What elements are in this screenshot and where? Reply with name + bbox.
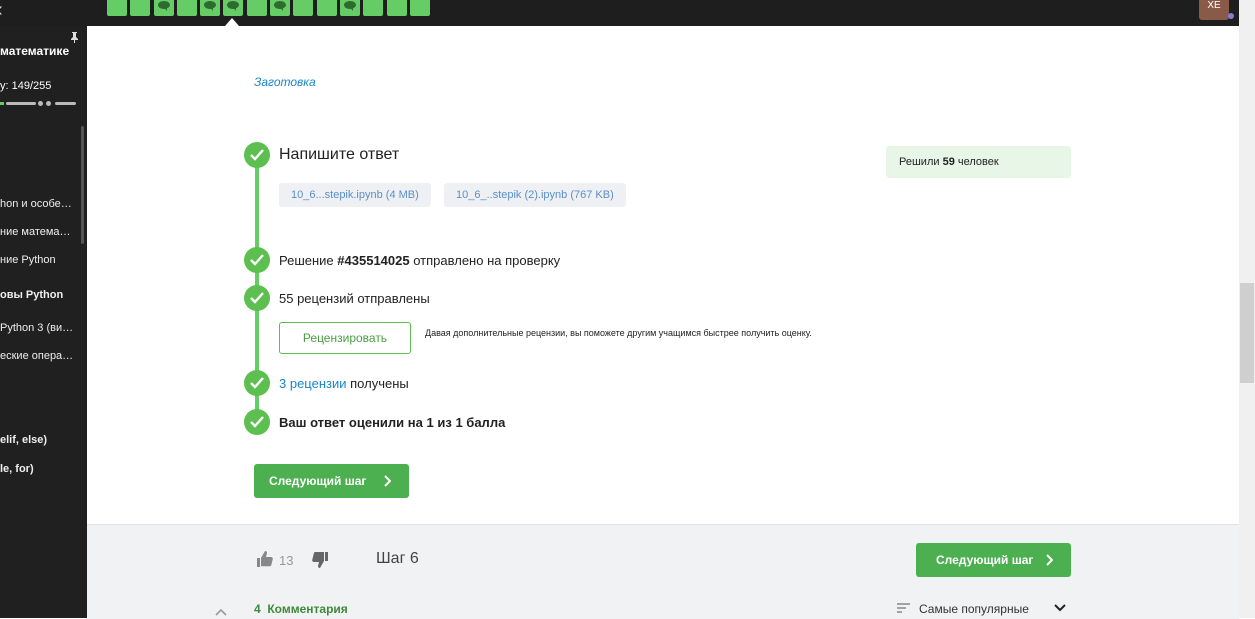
sidebar-item[interactable]: Python 3 (ви… (0, 322, 73, 334)
page-scrollbar[interactable] (1239, 0, 1255, 618)
collapse-chevron-up-icon[interactable] (215, 608, 227, 616)
sidebar-item[interactable]: elif, else) (0, 434, 47, 446)
progress-segment (6, 102, 36, 105)
course-sidebar: математике у: 149/255 hon и особе… ние м… (0, 26, 87, 618)
step-9-button[interactable] (293, 0, 314, 16)
check-circle-icon (244, 142, 270, 168)
step-11-button[interactable] (339, 0, 360, 16)
score-suffix: балла (466, 415, 506, 430)
back-arrow-icon[interactable]: ‹ (0, 0, 10, 20)
reviews-received-suffix: получены (350, 376, 409, 391)
comment-bubble-icon (343, 1, 356, 11)
sidebar-item[interactable]: le, for) (0, 463, 34, 475)
sidebar-item[interactable]: hon и особе… (0, 198, 72, 210)
next-step-button[interactable]: Следующий шаг (254, 464, 409, 498)
comments-label: Комментария (267, 602, 348, 616)
solved-prefix: Решили (899, 156, 940, 168)
attached-file[interactable]: 10_6_..stepik (2).ipynb (767 KB) (444, 183, 626, 207)
comment-bubble-icon (204, 1, 217, 11)
step-5-button[interactable] (200, 0, 221, 16)
sidebar-scrollbar[interactable] (81, 126, 84, 244)
step-6-button[interactable] (221, 0, 246, 18)
thumbs-down-icon[interactable] (312, 552, 328, 568)
comment-bubble-icon (157, 1, 170, 11)
score-status: Ваш ответ оценили на 1 из 1 балла (279, 415, 505, 430)
page-scrollbar-thumb[interactable] (1240, 283, 1254, 383)
like-count: 13 (279, 553, 294, 568)
step-navigation (107, 0, 433, 18)
sort-icon[interactable] (897, 603, 910, 613)
footer-next-step-button[interactable]: Следующий шаг (916, 543, 1071, 577)
step-1-button[interactable] (107, 0, 127, 16)
check-circle-icon (244, 285, 270, 311)
score-mid: из (437, 415, 452, 430)
next-step-label: Следующий шаг (269, 474, 367, 488)
check-circle-icon (244, 247, 270, 273)
comments-toggle[interactable]: 4 Комментария (254, 602, 348, 616)
solution-suffix: отправлено на проверку (413, 253, 561, 268)
solved-suffix: человек (957, 156, 999, 168)
step-number: Шаг 6 (376, 550, 419, 567)
solution-prefix: Решение (279, 253, 334, 268)
reviews-sent-status: 55 рецензий отправлены (279, 291, 430, 306)
score-value: 1 (426, 415, 434, 430)
solution-status: Решение #435514025 отправлено на проверк… (279, 253, 560, 268)
score-prefix: Ваш ответ оценили на (279, 415, 423, 430)
template-link[interactable]: Заготовка (254, 75, 316, 89)
review-hint: Давая дополнительные рецензии, вы поможе… (425, 328, 812, 338)
step-3-button[interactable] (153, 0, 174, 16)
attached-file[interactable]: 10_6...stepik.ipynb (4 MB) (279, 183, 431, 207)
comment-bubble-icon (274, 1, 287, 11)
review-button[interactable]: Рецензировать (279, 322, 411, 354)
comment-bubble-icon (227, 1, 240, 11)
step-footer: 13 Шаг 6 Следующий шаг 4 Комментария Сам… (87, 524, 1239, 619)
progress-marker (38, 101, 43, 106)
step-12-button[interactable] (363, 0, 384, 16)
reviews-received-status: 3 рецензии получены (279, 376, 409, 391)
step-4-button[interactable] (176, 0, 197, 16)
solution-id: #435514025 (337, 253, 410, 268)
progress-segment (55, 102, 76, 105)
course-title: математике (0, 44, 70, 58)
top-bar: ‹ ХЕ (0, 0, 1239, 26)
chevron-right-icon (384, 475, 391, 487)
chevron-right-icon (1046, 554, 1053, 566)
reviews-received-link[interactable]: 3 рецензии (279, 376, 347, 391)
solved-count: 59 (942, 156, 955, 168)
sidebar-item[interactable]: еские опера… (0, 350, 73, 362)
notification-dot-icon (1228, 13, 1234, 19)
chevron-down-icon[interactable] (1054, 604, 1066, 612)
sidebar-item[interactable]: ние матема… (0, 226, 71, 238)
progress-marker (46, 101, 51, 106)
course-progress-text: у: 149/255 (0, 80, 52, 92)
sort-select[interactable]: Самые популярные (919, 602, 1029, 616)
score-max: 1 (455, 415, 463, 430)
current-step-caret-icon (225, 18, 239, 26)
avatar[interactable]: ХЕ (1199, 0, 1229, 20)
step-10-button[interactable] (316, 0, 337, 16)
pin-icon[interactable] (70, 32, 79, 43)
check-circle-icon (244, 370, 270, 396)
solved-count-badge: Решили 59 человек (886, 146, 1071, 178)
step-13-button[interactable] (386, 0, 407, 16)
step-7-button[interactable] (246, 0, 267, 16)
progress-fill (0, 102, 4, 105)
comments-count: 4 (254, 602, 261, 616)
step-8-button[interactable] (270, 0, 291, 16)
step-14-button[interactable] (409, 0, 430, 16)
footer-next-step-label: Следующий шаг (936, 553, 1034, 567)
step-2-button[interactable] (130, 0, 151, 16)
sidebar-item[interactable]: овы Python (0, 289, 63, 301)
thumbs-up-icon[interactable] (257, 551, 273, 567)
answer-title: Напишите ответ (279, 146, 400, 163)
sidebar-item[interactable]: ние Python (0, 254, 56, 266)
check-circle-icon (244, 409, 270, 435)
course-progress-bar (0, 101, 76, 106)
